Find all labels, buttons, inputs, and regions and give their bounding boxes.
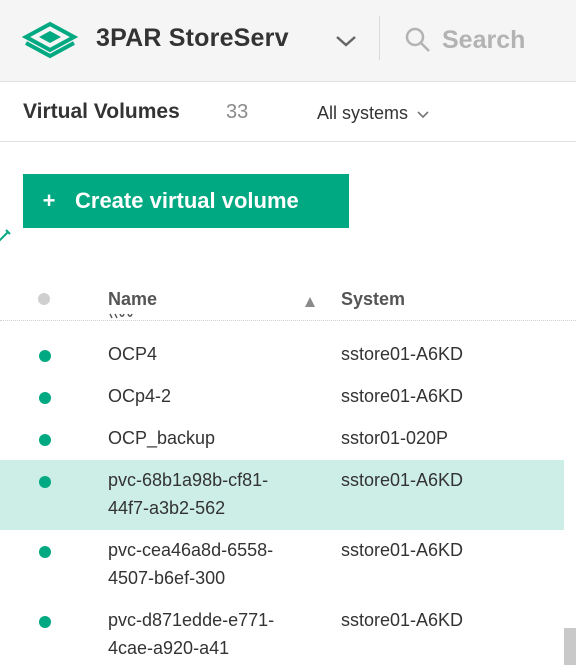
status-normal-icon xyxy=(39,434,51,446)
systems-filter-label: All systems xyxy=(317,103,409,123)
volume-name-line: pvc-d871edde-e771- xyxy=(108,610,275,630)
clipped-row-text xyxy=(109,313,133,319)
header-divider-dotted xyxy=(0,320,576,321)
status-normal-icon xyxy=(39,616,51,628)
table-row[interactable]: OCP4 sstore01-A6KD xyxy=(0,330,564,372)
status-normal-icon xyxy=(39,350,51,362)
volume-system: sstore01-A6KD xyxy=(341,470,464,490)
volume-name-line: 4cae-a920-a41 xyxy=(108,638,230,658)
table-row[interactable]: pvc-d871edde-e771- 4cae-a920-a41 sstore0… xyxy=(0,600,564,666)
item-count: 33 xyxy=(226,101,249,123)
volume-system: sstore01-A6KD xyxy=(341,540,464,560)
search-placeholder: Search xyxy=(442,25,526,54)
volume-name: OCP_backup xyxy=(108,428,216,448)
pencil-icon[interactable] xyxy=(0,228,12,244)
header-divider xyxy=(379,16,380,60)
volume-name: pvc-cea46a8d-6558- 4507-b6ef-300 xyxy=(108,536,318,592)
table-row[interactable]: pvc-cea46a8d-6558- 4507-b6ef-300 sstore0… xyxy=(0,530,564,600)
status-normal-icon xyxy=(39,392,51,404)
volume-system: sstore01-A6KD xyxy=(341,386,464,406)
volume-name: pvc-68b1a98b-cf81- 44f7-a3b2-562 xyxy=(108,466,318,522)
volume-name: pvc-d871edde-e771- 4cae-a920-a41 xyxy=(108,606,318,662)
column-header-system[interactable]: System xyxy=(341,289,405,310)
plus-icon: + xyxy=(42,188,56,213)
page-header: Virtual Volumes 33 All systems xyxy=(0,83,576,142)
top-bar: 3PAR StoreServ Search xyxy=(0,0,576,82)
volume-name-line: 44f7-a3b2-562 xyxy=(108,498,226,518)
table-header: Name System xyxy=(0,280,576,320)
hpe-storeserv-logo[interactable] xyxy=(22,20,78,60)
volume-name: OCP4 xyxy=(108,344,158,364)
column-header-name[interactable]: Name xyxy=(108,289,157,310)
create-button-label: Create virtual volume xyxy=(75,188,299,213)
search-icon xyxy=(405,27,430,52)
create-virtual-volume-button[interactable]: + Create virtual volume xyxy=(23,174,349,228)
status-normal-icon xyxy=(39,476,51,488)
table-row[interactable]: OCp4-2 sstore01-A6KD xyxy=(0,372,564,414)
status-column-icon[interactable] xyxy=(38,293,50,305)
page-title: Virtual Volumes xyxy=(23,100,180,123)
chevron-down-icon[interactable] xyxy=(334,32,358,50)
chevron-down-icon xyxy=(417,110,429,118)
volume-name: OCp4-2 xyxy=(108,386,172,406)
table-row[interactable]: OCP_backup sstor01-020P xyxy=(0,414,564,456)
scrollbar-thumb[interactable] xyxy=(564,628,576,665)
volume-system: sstor01-020P xyxy=(341,428,449,448)
systems-filter-dropdown[interactable]: All systems xyxy=(317,103,430,124)
volume-system: sstore01-A6KD xyxy=(341,610,464,630)
volume-system: sstore01-A6KD xyxy=(341,344,464,364)
search-input[interactable]: Search xyxy=(404,22,525,58)
volume-name-line: 4507-b6ef-300 xyxy=(108,568,226,588)
status-normal-icon xyxy=(39,546,51,558)
app-title[interactable]: 3PAR StoreServ xyxy=(96,24,289,53)
volume-name-line: pvc-cea46a8d-6558- xyxy=(108,540,274,560)
sort-ascending-icon[interactable] xyxy=(304,296,316,308)
volume-name-line: pvc-68b1a98b-cf81- xyxy=(108,470,269,490)
table-row-selected[interactable]: pvc-68b1a98b-cf81- 44f7-a3b2-562 sstore0… xyxy=(0,460,564,530)
